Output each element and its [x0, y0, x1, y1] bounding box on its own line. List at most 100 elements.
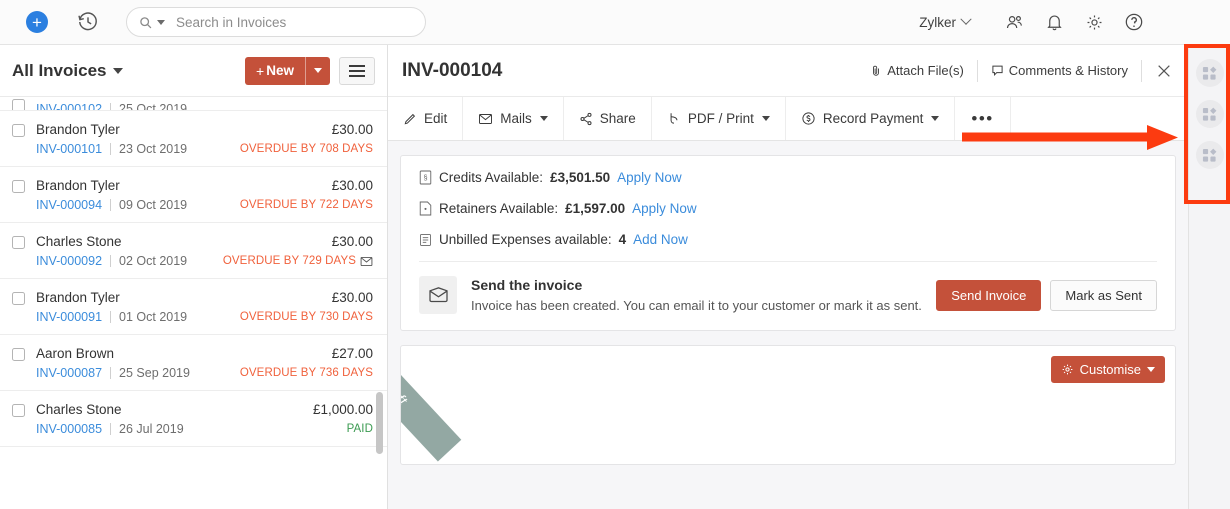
divider: [110, 255, 111, 267]
availability-value: £1,597.00: [565, 201, 625, 216]
toolbar-item-label: PDF / Print: [688, 111, 754, 126]
row-checkbox[interactable]: [12, 404, 25, 417]
invoice-number-link[interactable]: INV-000101: [36, 142, 102, 156]
gear-icon[interactable]: [1074, 7, 1114, 37]
toolbar-share-button[interactable]: Share: [564, 97, 652, 140]
invoice-row-content: INV-00010225 Oct 2019: [36, 97, 373, 111]
toolbar-edit-button[interactable]: Edit: [388, 97, 463, 140]
invoice-row-meta: INV-00009202 Oct 2019OVERDUE BY 729 DAYS: [36, 254, 373, 268]
row-checkbox[interactable]: [12, 99, 25, 111]
hamburger-icon[interactable]: [339, 57, 375, 85]
invoice-detail-header: INV-000104 Attach File(s) Comments & His…: [388, 45, 1188, 97]
send-invoice-section: Send the invoice Invoice has been create…: [401, 262, 1175, 330]
new-button-dropdown[interactable]: [305, 57, 330, 85]
mark-as-sent-button[interactable]: Mark as Sent: [1050, 280, 1157, 311]
search-input[interactable]: [176, 15, 413, 30]
pdf-icon: [667, 111, 681, 126]
chevron-down-icon: [762, 116, 770, 121]
new-button[interactable]: + New: [245, 57, 305, 85]
comments-history-button[interactable]: Comments & History: [978, 60, 1142, 82]
row-checkbox[interactable]: [12, 180, 25, 193]
close-icon[interactable]: [1142, 63, 1188, 79]
invoice-row-primary: Aaron Brown£27.00: [36, 346, 373, 361]
availability-value: £3,501.50: [550, 170, 610, 185]
invoice-row-meta: INV-00010225 Oct 2019: [36, 102, 373, 111]
clock-history-icon[interactable]: [76, 10, 100, 34]
invoice-number-link[interactable]: INV-000087: [36, 366, 102, 380]
row-checkbox[interactable]: [12, 236, 25, 249]
invoice-row-content: Charles Stone£30.00INV-00009202 Oct 2019…: [36, 234, 373, 268]
table-row[interactable]: Brandon Tyler£30.00 INV-000091 01 Oct 2019…: [0, 279, 387, 335]
new-invoice-button-group[interactable]: + New: [245, 57, 330, 85]
customer-name: Brandon Tyler: [36, 178, 120, 193]
retainer-icon: [419, 201, 432, 216]
users-icon[interactable]: [994, 7, 1034, 37]
list-scrollbar-thumb[interactable]: [376, 392, 383, 454]
share-icon: [579, 112, 593, 126]
invoice-list-scroll[interactable]: INV-00010225 Oct 2019Brandon Tyler£30.00…: [0, 97, 387, 509]
credit-note-icon: §: [419, 170, 432, 185]
availability-action-link[interactable]: Apply Now: [617, 170, 682, 185]
chevron-down-icon: [960, 14, 971, 25]
toolbar-record-payment-button[interactable]: Record Payment: [786, 97, 956, 140]
plus-icon[interactable]: +: [26, 11, 48, 33]
invoice-filter-dropdown[interactable]: All Invoices: [12, 61, 123, 81]
send-invoice-button[interactable]: Send Invoice: [936, 280, 1041, 311]
toolbar-item-label: Edit: [424, 111, 447, 126]
new-button-label: New: [266, 63, 294, 78]
customise-button[interactable]: Customise: [1051, 356, 1165, 383]
invoice-status-card: §Credits Available:£3,501.50Apply NowRet…: [400, 155, 1176, 331]
apps-widget-icon[interactable]: [1196, 141, 1224, 169]
table-row[interactable]: INV-00010225 Oct 2019: [0, 97, 387, 111]
topbar-right-group: Zylker: [919, 7, 1216, 37]
status-badge: OVERDUE BY 729 DAYS: [223, 255, 356, 267]
table-row[interactable]: Charles Stone£1,000.00INV-00008526 Jul 2…: [0, 391, 387, 447]
search-icon: [139, 16, 152, 29]
invoice-number-link[interactable]: INV-000091: [36, 310, 102, 324]
divider: [110, 423, 111, 435]
row-checkbox[interactable]: [12, 348, 25, 361]
customer-name: Charles Stone: [36, 234, 122, 249]
table-row[interactable]: Brandon Tyler£30.00INV-00009409 Oct 2019…: [0, 167, 387, 223]
availability-value: 4: [619, 232, 627, 247]
invoice-row-meta: INV-00008725 Sep 2019OVERDUE BY 736 DAYS: [36, 366, 373, 380]
row-checkbox[interactable]: [12, 292, 25, 305]
invoice-row-content: Aaron Brown£27.00 INV-00008725 Sep 2019OV…: [36, 346, 373, 380]
bell-icon[interactable]: [1034, 7, 1074, 37]
invoice-row-primary: Brandon Tyler£30.00: [36, 290, 373, 305]
attach-files-button[interactable]: Attach File(s): [857, 60, 978, 82]
customise-label: Customise: [1080, 362, 1141, 377]
svg-text:§: §: [423, 173, 427, 182]
divider: [110, 367, 111, 379]
table-row[interactable]: Charles Stone£30.00INV-00009202 Oct 2019…: [0, 223, 387, 279]
status-badge: OVERDUE BY 708 DAYS: [240, 143, 373, 155]
toolbar-mails-button[interactable]: Mails: [463, 97, 564, 140]
toolbar-item-label: Mails: [500, 111, 532, 126]
apps-widget-icon[interactable]: [1196, 100, 1224, 128]
invoice-date: 01 Oct 2019: [119, 310, 187, 324]
table-row[interactable]: Aaron Brown£27.00 INV-00008725 Sep 2019OV…: [0, 335, 387, 391]
table-row[interactable]: Brandon Tyler£30.00INV-00010123 Oct 2019…: [0, 111, 387, 167]
help-icon[interactable]: [1114, 7, 1154, 37]
invoice-row-primary: Charles Stone£1,000.00: [36, 402, 373, 417]
divider: [110, 103, 111, 111]
chevron-down-icon: [113, 68, 123, 74]
send-invoice-buttons: Send Invoice Mark as Sent: [936, 280, 1157, 311]
invoice-number-link[interactable]: INV-000102: [36, 102, 102, 111]
apps-widget-icon[interactable]: [1196, 59, 1224, 87]
row-checkbox[interactable]: [12, 124, 25, 137]
org-switcher[interactable]: Zylker: [919, 15, 970, 30]
invoice-number-link[interactable]: INV-000092: [36, 254, 102, 268]
app-body: All Invoices + New: [0, 45, 1230, 509]
availability-action-link[interactable]: Apply Now: [632, 201, 697, 216]
global-search[interactable]: [126, 7, 426, 37]
list-scrollbar[interactable]: [378, 97, 385, 509]
toolbar-pdf-print-button[interactable]: PDF / Print: [652, 97, 786, 140]
invoice-number-link[interactable]: INV-000085: [36, 422, 102, 436]
availability-action-link[interactable]: Add Now: [633, 232, 688, 247]
divider: [110, 143, 111, 155]
invoice-number-link[interactable]: INV-000094: [36, 198, 102, 212]
search-scope-caret-icon[interactable]: [157, 20, 165, 25]
divider: [110, 199, 111, 211]
paperclip-icon: [870, 63, 882, 78]
